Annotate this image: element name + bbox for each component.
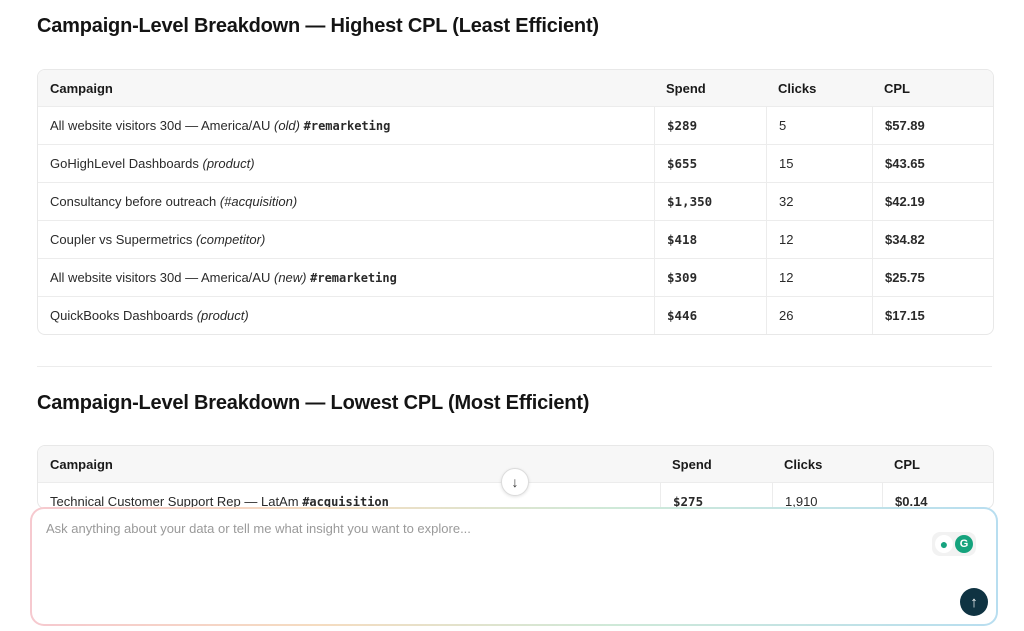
- arrow-up-icon: ↑: [970, 593, 978, 611]
- campaign-tag: #remarketing: [310, 271, 397, 285]
- chat-composer: ● G ↑: [30, 507, 998, 626]
- clicks-cell: 12: [766, 220, 872, 258]
- campaign-note: (#acquisition): [219, 194, 298, 209]
- campaign-name: All website visitors 30d — America/AU: [50, 270, 271, 285]
- spend-cell: $655: [654, 144, 766, 182]
- cpl-cell: $34.82: [872, 220, 993, 258]
- campaign-note: (product): [196, 308, 249, 323]
- clicks-cell: 26: [766, 296, 872, 334]
- campaign-name: All website visitors 30d — America/AU: [50, 118, 271, 133]
- section-title-lowest-cpl: Campaign-Level Breakdown — Lowest CPL (M…: [37, 392, 590, 414]
- campaign-tag: #remarketing: [303, 119, 391, 133]
- highest-cpl-table: Campaign Spend Clicks CPL All website vi…: [37, 69, 994, 335]
- campaign-name: QuickBooks Dashboards: [50, 308, 194, 323]
- column-header-campaign: Campaign: [38, 70, 654, 106]
- campaign-cell: Coupler vs Supermetrics (competitor): [38, 220, 654, 258]
- clicks-cell: 32: [766, 182, 872, 220]
- spend-cell: $275: [660, 482, 772, 508]
- table-row: All website visitors 30d — America/AU (o…: [38, 106, 993, 144]
- clicks-cell: 15: [766, 144, 872, 182]
- clicks-cell: 5: [766, 106, 872, 144]
- grammarly-icon[interactable]: G: [955, 535, 973, 553]
- table-row: All website visitors 30d — America/AU (n…: [38, 258, 993, 296]
- table-row: Coupler vs Supermetrics (competitor) $418…: [38, 220, 993, 258]
- clicks-cell: 12: [766, 258, 872, 296]
- table-header-row: Campaign Spend Clicks CPL: [38, 70, 993, 106]
- cpl-cell: $42.19: [872, 182, 993, 220]
- column-header-cpl: CPL: [872, 70, 993, 106]
- clicks-cell: 1,910: [772, 482, 882, 508]
- campaign-cell: GoHighLevel Dashboards (product): [38, 144, 654, 182]
- column-header-spend: Spend: [654, 70, 766, 106]
- campaign-cell: Technical Customer Support Rep — LatAm #…: [38, 482, 660, 508]
- campaign-name: GoHighLevel Dashboards: [50, 156, 199, 171]
- section-title-highest-cpl: Campaign-Level Breakdown — Highest CPL (…: [37, 15, 599, 37]
- table-row: Consultancy before outreach (#acquisitio…: [38, 182, 993, 220]
- section-divider: [37, 366, 992, 367]
- spend-cell: $289: [654, 106, 766, 144]
- cpl-cell: $43.65: [872, 144, 993, 182]
- arrow-down-icon: ↓: [511, 474, 519, 490]
- cpl-cell: $25.75: [872, 258, 993, 296]
- campaign-note: (product): [202, 156, 255, 171]
- column-header-campaign: Campaign: [38, 446, 660, 482]
- campaign-note: (new): [273, 270, 307, 285]
- spend-cell: $418: [654, 220, 766, 258]
- spend-cell: $446: [654, 296, 766, 334]
- campaign-cell: QuickBooks Dashboards (product): [38, 296, 654, 334]
- column-header-cpl: CPL: [882, 446, 993, 482]
- table-row: QuickBooks Dashboards (product) $446 26 $17…: [38, 296, 993, 334]
- send-button[interactable]: ↑: [960, 588, 988, 616]
- extension-icons: ● G: [932, 532, 976, 556]
- spend-cell: $309: [654, 258, 766, 296]
- column-header-clicks: Clicks: [766, 70, 872, 106]
- campaign-cell: All website visitors 30d — America/AU (o…: [38, 106, 654, 144]
- cpl-cell: $0.14: [882, 482, 993, 508]
- campaign-name: Consultancy before outreach: [50, 194, 217, 209]
- campaign-note: (competitor): [195, 232, 266, 247]
- column-header-clicks: Clicks: [772, 446, 882, 482]
- scroll-to-bottom-button[interactable]: ↓: [501, 468, 529, 496]
- campaign-cell: All website visitors 30d — America/AU (n…: [38, 258, 654, 296]
- campaign-cell: Consultancy before outreach (#acquisitio…: [38, 182, 654, 220]
- table-row: GoHighLevel Dashboards (product) $655 15 $4…: [38, 144, 993, 182]
- campaign-name: Coupler vs Supermetrics: [50, 232, 193, 247]
- cpl-cell: $57.89: [872, 106, 993, 144]
- chat-input[interactable]: [46, 521, 926, 581]
- spend-cell: $1,350: [654, 182, 766, 220]
- column-header-spend: Spend: [660, 446, 772, 482]
- lightbulb-icon[interactable]: ●: [935, 535, 953, 553]
- campaign-note: (old): [273, 118, 300, 133]
- cpl-cell: $17.15: [872, 296, 993, 334]
